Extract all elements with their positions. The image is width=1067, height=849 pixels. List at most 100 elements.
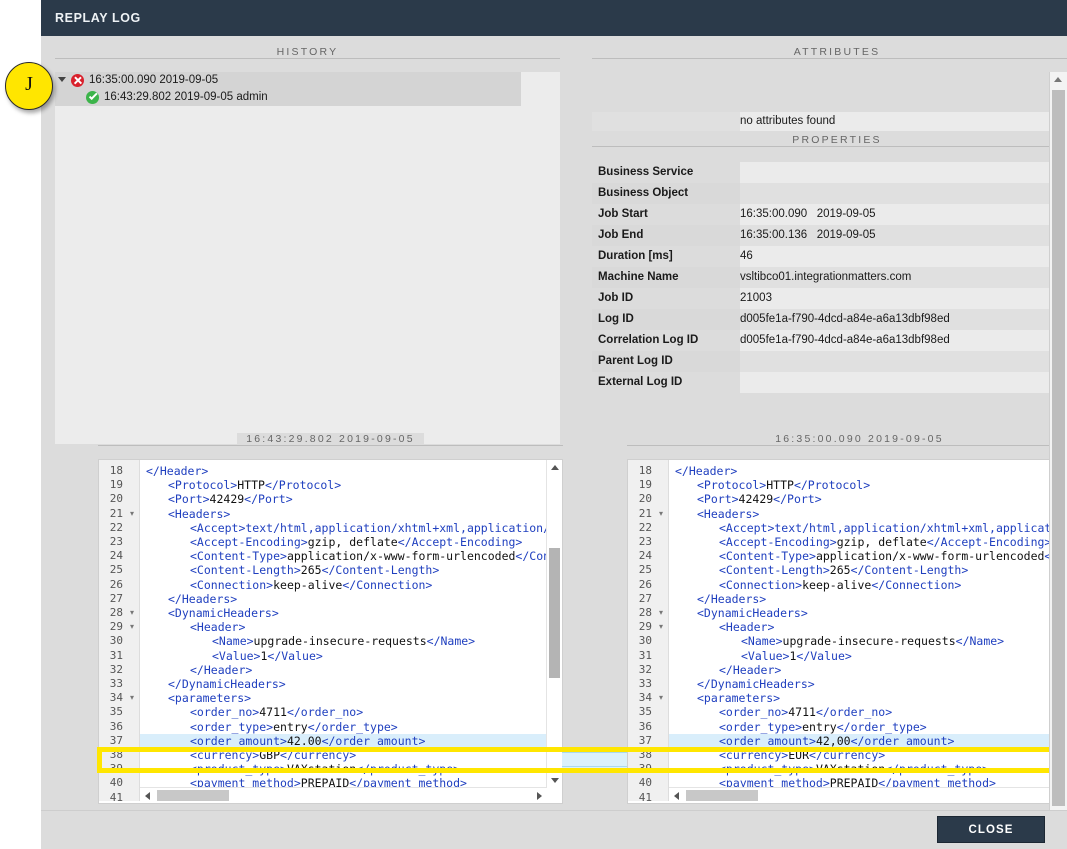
history-section-legend: HISTORY	[55, 46, 560, 65]
attributes-legend-label: ATTRIBUTES	[784, 46, 890, 58]
code-line[interactable]: <Value>1</Value>	[669, 649, 852, 663]
code-line[interactable]: <order_no>4711</order_no>	[140, 705, 363, 719]
line-number: 35	[638, 705, 652, 719]
code-fold-icon[interactable]: ▾	[659, 507, 663, 521]
code-line[interactable]: <order_amount>42.00</order_amount>	[140, 733, 562, 748]
line-number: 38	[638, 748, 652, 761]
diff-right-code[interactable]: </Header> <Protocol>HTTP</Protocol> <Port>…	[669, 460, 1067, 803]
code-line[interactable]: <Protocol>HTTP</Protocol>	[140, 478, 341, 492]
code-line[interactable]: <order_amount>42,00</order_amount>	[669, 733, 1067, 748]
diff-left-pane[interactable]: 18 19 20 21 ▾ 22 23 24 25 26 27 28 ▾ 29 ▾ 30 31 32 33 34 ▾ 35…	[98, 459, 563, 804]
scroll-down-icon[interactable]	[547, 773, 562, 788]
line-number: 18	[109, 464, 123, 477]
diff-left-vscrollbar[interactable]	[546, 460, 562, 788]
code-line[interactable]: <Connection>keep-alive</Connection>	[140, 578, 432, 592]
code-fold-icon[interactable]: ▾	[130, 620, 134, 634]
code-line[interactable]: <Content-Type>application/x-www-form-url…	[140, 549, 562, 563]
code-line[interactable]: <Port>42429</Port>	[669, 492, 822, 506]
property-value: 46	[740, 250, 753, 262]
properties-section-legend: PROPERTIES	[592, 134, 1067, 153]
line-number: 31	[638, 648, 652, 662]
code-line[interactable]: <Name>upgrade-insecure-requests</Name>	[669, 634, 1004, 648]
line-number: 37	[638, 733, 652, 747]
code-line[interactable]: <Connection>keep-alive</Connection>	[669, 578, 961, 592]
property-row: Log ID d005fe1a-f790-4dcd-a84e-a6a13dbf98…	[592, 309, 1067, 330]
diff-right-hscrollbar[interactable]	[669, 787, 1067, 803]
scroll-thumb[interactable]	[549, 548, 560, 678]
code-line[interactable]: </Header>	[140, 663, 252, 677]
code-line[interactable]: <Content-Type>application/x-www-form-url…	[669, 549, 1067, 563]
code-line[interactable]: <parameters>	[669, 691, 780, 705]
code-line[interactable]: </Header>	[669, 464, 737, 478]
code-fold-icon[interactable]: ▾	[659, 606, 663, 620]
line-number: 36	[109, 719, 123, 733]
line-number: 19	[638, 478, 652, 492]
code-line[interactable]: <Content-Length>265</Content-Length>	[669, 563, 968, 577]
diff-left-legend: 16:43:29.802 2019-09-05	[98, 433, 563, 452]
scroll-right-icon[interactable]	[532, 788, 547, 803]
code-line[interactable]: <order_no>4711</order_no>	[669, 705, 892, 719]
scroll-up-icon[interactable]	[1050, 72, 1066, 88]
property-value: d005fe1a-f790-4dcd-a84e-a6a13dbf98ed	[740, 334, 950, 346]
code-line[interactable]: <Port>42429</Port>	[140, 492, 293, 506]
code-line[interactable]: <product_type>VAXstation</product_type>	[669, 762, 989, 776]
code-line[interactable]: <DynamicHeaders>	[140, 606, 279, 620]
code-line[interactable]: <Header>	[140, 620, 245, 634]
code-line[interactable]: <Headers>	[669, 507, 759, 521]
code-line[interactable]: </DynamicHeaders>	[669, 677, 815, 691]
property-value: 21003	[740, 292, 772, 304]
code-line[interactable]: </Headers>	[669, 592, 766, 606]
diff-left-code[interactable]: </Header> <Protocol>HTTP</Protocol> <Port>…	[140, 460, 562, 803]
code-line[interactable]: </DynamicHeaders>	[140, 677, 286, 691]
scroll-up-icon[interactable]	[547, 460, 562, 475]
scroll-thumb[interactable]	[1052, 90, 1065, 806]
code-line[interactable]: <currency>EUR</currency>	[669, 748, 885, 762]
code-line[interactable]: <DynamicHeaders>	[669, 606, 808, 620]
code-fold-icon[interactable]: ▾	[659, 691, 663, 705]
dialog-vscrollbar[interactable]	[1049, 72, 1067, 846]
line-number: 39	[638, 762, 652, 776]
code-line[interactable]: <Header>	[669, 620, 774, 634]
code-fold-icon[interactable]: ▾	[659, 620, 663, 634]
scroll-left-icon[interactable]	[669, 788, 684, 803]
code-line[interactable]: <Accept>text/html,application/xhtml+xml,…	[140, 521, 562, 535]
scroll-left-icon[interactable]	[140, 788, 155, 803]
line-number: 36	[638, 719, 652, 733]
line-number: 41	[638, 790, 652, 804]
code-line[interactable]: <Content-Length>265</Content-Length>	[140, 563, 439, 577]
history-list[interactable]: 16:35:00.090 2019-09-05 16:43:29.802 2019…	[55, 72, 560, 444]
scroll-thumb[interactable]	[157, 790, 229, 801]
code-fold-icon[interactable]: ▾	[130, 507, 134, 521]
expand-collapse-icon[interactable]	[58, 77, 66, 82]
error-icon	[71, 74, 84, 87]
code-line[interactable]: <order_type>entry</order_type>	[140, 720, 398, 734]
code-line[interactable]: </Headers>	[140, 592, 237, 606]
code-line[interactable]: <Accept-Encoding>gzip, deflate</Accept-E…	[669, 535, 1051, 549]
code-line[interactable]: <product_type>VAXstation</product_type>	[140, 762, 460, 776]
close-button[interactable]: CLOSE	[937, 816, 1045, 843]
property-key: Business Object	[598, 187, 689, 199]
scroll-thumb[interactable]	[686, 790, 758, 801]
history-row[interactable]: 16:35:00.090 2019-09-05	[55, 72, 521, 89]
code-line[interactable]: <Protocol>HTTP</Protocol>	[669, 478, 870, 492]
line-number: 37	[109, 733, 123, 747]
code-fold-icon[interactable]: ▾	[130, 691, 134, 705]
diff-right-pane[interactable]: 18 19 20 21 ▾ 22 23 24 25 26 27 28 ▾ 29 ▾ 30 31 32 33 34 ▾ 35…	[627, 459, 1067, 804]
line-number: 21	[109, 506, 123, 520]
code-line[interactable]: <currency>GBP</currency>	[140, 748, 356, 762]
code-line[interactable]: </Header>	[140, 464, 208, 478]
code-line[interactable]: <Accept-Encoding>gzip, deflate</Accept-E…	[140, 535, 522, 549]
diff-left-hscrollbar[interactable]	[140, 787, 547, 803]
attributes-row: no attributes found	[592, 112, 1067, 131]
code-line[interactable]: <Accept>text/html,application/xhtml+xml,…	[669, 521, 1067, 535]
code-line[interactable]: <Name>upgrade-insecure-requests</Name>	[140, 634, 475, 648]
code-line[interactable]: <parameters>	[140, 691, 251, 705]
code-line[interactable]: <Value>1</Value>	[140, 649, 323, 663]
property-key: Business Service	[598, 166, 694, 178]
code-line[interactable]: <Headers>	[140, 507, 230, 521]
line-number: 33	[109, 677, 123, 690]
code-line[interactable]: </Header>	[669, 663, 781, 677]
code-line[interactable]: <order_type>entry</order_type>	[669, 720, 927, 734]
code-fold-icon[interactable]: ▾	[130, 606, 134, 620]
history-row[interactable]: 16:43:29.802 2019-09-05 admin	[55, 89, 521, 106]
